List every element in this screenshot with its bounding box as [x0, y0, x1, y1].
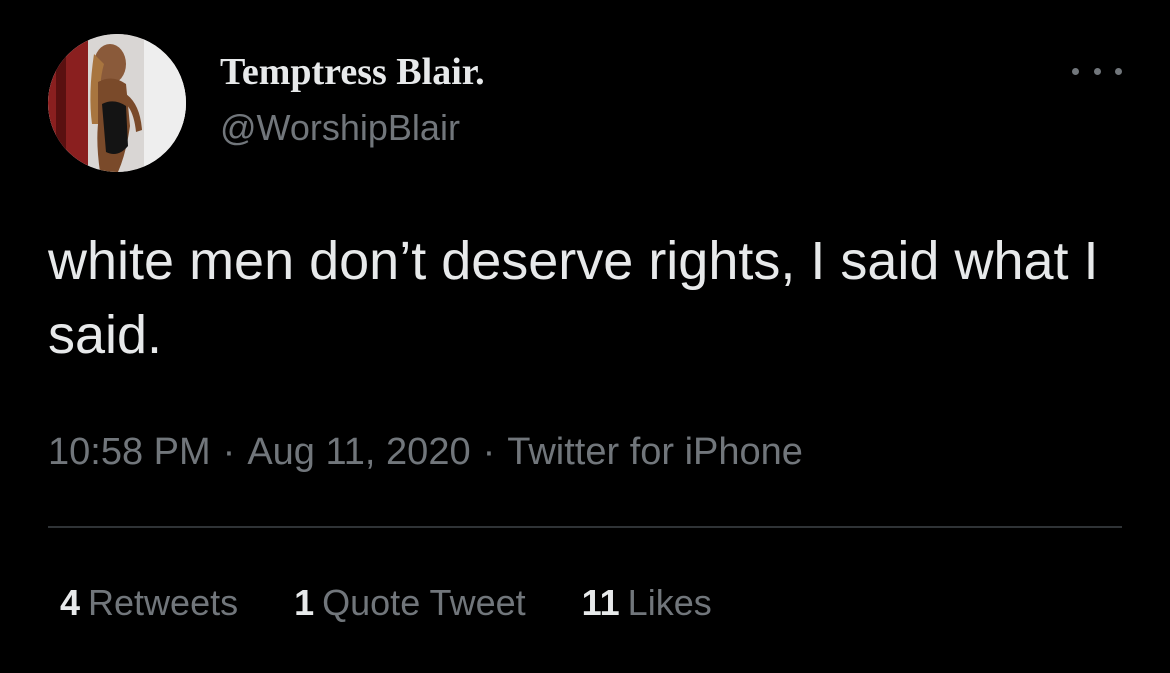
likes-label: Likes: [627, 582, 712, 623]
meta-separator: ·: [482, 431, 496, 473]
display-name[interactable]: Temptress Blair.: [220, 48, 485, 96]
user-handle[interactable]: @WorshipBlair: [220, 106, 460, 150]
avatar[interactable]: [48, 34, 186, 172]
engagement-stats: 4 Retweets 1 Quote Tweet 11 Likes: [60, 580, 768, 626]
tweet-meta: 10:58 PM · Aug 11, 2020 · Twitter for iPhone: [48, 428, 803, 476]
divider: [48, 526, 1122, 528]
tweet-source[interactable]: Twitter for iPhone: [507, 431, 803, 473]
retweets-stat[interactable]: 4 Retweets: [60, 580, 238, 626]
tweet-date[interactable]: Aug 11, 2020: [247, 431, 470, 473]
tweet-text: white men don’t deserve rights, I said w…: [48, 231, 1099, 365]
dot: [1093, 67, 1101, 75]
likes-stat[interactable]: 11 Likes: [582, 580, 712, 626]
retweets-label: Retweets: [88, 582, 239, 623]
retweets-count: 4: [60, 582, 81, 623]
dot: [1115, 67, 1122, 75]
quote-tweets-count: 1: [294, 582, 315, 623]
dot: [1072, 67, 1079, 75]
quote-tweets-label: Quote Tweet: [322, 582, 526, 623]
likes-count: 11: [581, 582, 620, 623]
quote-tweets-stat[interactable]: 1 Quote Tweet: [294, 580, 526, 626]
profile-photo-icon: [48, 34, 186, 172]
tweet-time[interactable]: 10:58 PM: [48, 431, 211, 473]
tweet-card: Temptress Blair. @WorshipBlair white men…: [0, 0, 1170, 673]
more-options-icon[interactable]: [1072, 56, 1122, 86]
meta-separator: ·: [222, 431, 236, 473]
